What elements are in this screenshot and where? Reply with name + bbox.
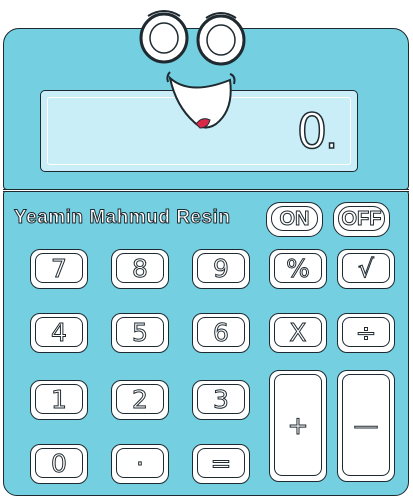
key-9-label: 9 [213,253,230,283]
key-0-label: 0 [51,448,68,478]
minus-button[interactable]: — [337,370,395,482]
key-7-label: 7 [51,253,68,283]
key-3[interactable]: 3 [192,380,250,420]
divide-button[interactable]: ÷ [337,313,395,353]
multiply-button-label: X [289,317,307,347]
display-decimal-point: . [325,111,339,159]
key-7[interactable]: 7 [30,249,88,289]
key-9[interactable]: 9 [192,249,250,289]
key-2-label: 2 [132,384,149,414]
key-4[interactable]: 4 [30,313,88,353]
minus-button-label: — [353,410,379,440]
key-3-label: 3 [213,384,230,414]
key-5-label: 5 [132,317,149,347]
key-5[interactable]: 5 [111,313,169,353]
key-0[interactable]: 0 [30,444,88,484]
key-6[interactable]: 6 [192,313,250,353]
multiply-button[interactable]: X [269,313,327,353]
key-6-label: 6 [213,317,230,347]
mascot-face-icon [139,10,246,129]
on-button-label: ON [279,207,310,230]
key-2[interactable]: 2 [111,380,169,420]
key-4-label: 4 [51,317,68,347]
equals-button[interactable]: = [192,444,250,484]
on-button[interactable]: ON [266,202,323,237]
decimal-point-button[interactable]: · [111,444,169,484]
percent-button[interactable]: % [269,249,327,289]
percent-button-label: % [286,253,311,283]
key-8[interactable]: 8 [111,249,169,289]
key-8-label: 8 [132,253,149,283]
plus-button[interactable]: + [269,370,327,482]
panel-divider [3,189,409,192]
brand-label: Yeamin Mahmud Resin [14,207,231,229]
key-1[interactable]: 1 [30,380,88,420]
sqrt-button-label: √ [358,253,375,283]
key-1-label: 1 [51,384,68,414]
off-button-label: OFF [341,207,382,230]
off-button[interactable]: OFF [333,202,390,237]
divide-button-label: ÷ [355,317,377,347]
display-value: 0 [296,103,328,161]
decimal-point-button-label: · [136,448,145,478]
plus-button-label: + [287,410,309,440]
sqrt-button[interactable]: √ [337,249,395,289]
equals-button-label: = [210,448,232,478]
